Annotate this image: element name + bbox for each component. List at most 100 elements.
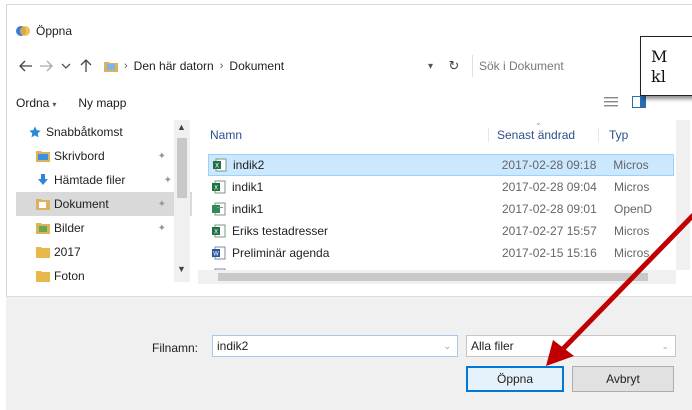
arrow-up-icon[interactable] <box>76 56 96 76</box>
file-type-value: Alla filer <box>471 339 514 353</box>
file-name: indik2 <box>233 158 265 172</box>
list-header: Namn ⌄ Senast ändrad Typ <box>198 120 674 150</box>
file-type: Micros <box>614 246 650 260</box>
callout-line-1: M <box>651 47 668 66</box>
column-header-date[interactable]: ⌄ Senast ändrad <box>488 120 598 142</box>
pin-icon: ✦ <box>157 198 166 210</box>
new-folder-button[interactable]: Ny mapp <box>78 96 126 110</box>
table-row[interactable]: W Preliminär agenda 2017-02-15 15:16 Micros <box>208 242 674 264</box>
svg-text:X: X <box>215 163 219 170</box>
sort-indicator-icon: ⌄ <box>535 120 542 127</box>
file-name-cell: X Eriks testadresser <box>208 224 494 238</box>
address-bar[interactable]: › Den här datorn › Dokument ▾ <box>104 55 444 77</box>
file-list: Namn ⌄ Senast ändrad Typ Xindik2 2017-02-… <box>198 120 674 282</box>
sidebar-item-quick-access[interactable]: Snabbåtkomst <box>16 120 192 144</box>
column-header-date-label: Senast ändrad <box>497 128 576 142</box>
file-date: 2017-02-28 09:18 <box>501 158 597 172</box>
open-button[interactable]: Öppna <box>466 366 564 392</box>
breadcrumb-item-documents[interactable]: Dokument <box>229 59 284 73</box>
sidebar-item-downloads[interactable]: Hämtade filer ✦ <box>16 168 192 192</box>
view-details-icon[interactable] <box>604 96 618 108</box>
callout-line-2: kl <box>651 67 666 86</box>
sidebar-item-2017[interactable]: 2017 <box>16 240 192 264</box>
word-file-icon: W <box>212 246 226 260</box>
app-icon <box>16 26 30 36</box>
table-row[interactable]: indik1 2017-02-28 09:01 OpenD <box>208 198 674 220</box>
file-list-vertical-scrollbar[interactable] <box>676 120 690 270</box>
file-name: indik1 <box>232 180 264 194</box>
sidebar-item-label: 2017 <box>54 245 81 259</box>
filename-value: indik2 <box>217 339 249 353</box>
file-type: Micros <box>614 180 650 194</box>
sidebar-scroll-thumb[interactable] <box>177 138 187 198</box>
arrow-right-icon[interactable] <box>36 56 56 76</box>
chevron-down-icon[interactable]: ⌄ <box>661 341 669 352</box>
sidebar-item-pictures[interactable]: Bilder ✦ <box>16 216 192 240</box>
svg-text:W: W <box>213 251 219 258</box>
file-name: Eriks testadresser <box>232 224 329 238</box>
table-row[interactable]: Xindik1 2017-02-28 09:04 Micros <box>208 176 674 198</box>
sidebar-item-photos[interactable]: Foton <box>16 264 192 282</box>
sidebar-item-label: Dokument <box>54 197 109 211</box>
excel-file-icon: X <box>212 180 226 194</box>
desktop-folder-icon <box>36 151 50 162</box>
file-date: 2017-02-27 15:57 <box>502 224 597 238</box>
search-input[interactable]: Sök i Dokument <box>472 55 602 77</box>
table-row[interactable]: Xindik2 2017-02-28 09:18 Micros <box>208 154 674 176</box>
downloads-folder-icon <box>38 174 48 185</box>
sidebar-item-label: Foton <box>54 269 85 282</box>
navigation-bar: › Den här datorn › Dokument ▾ ↻ Sök i Do… <box>16 54 656 78</box>
folder-icon <box>36 247 50 258</box>
pin-icon: ✦ <box>157 150 166 162</box>
horizontal-scroll-thumb[interactable] <box>218 273 648 281</box>
pin-icon: ✦ <box>163 174 172 186</box>
pictures-folder-icon <box>36 223 50 234</box>
file-name: Preliminär agenda <box>232 246 330 260</box>
breadcrumb-separator: › <box>219 60 224 72</box>
file-name-cell: W Preliminär agenda <box>208 246 494 260</box>
dialog-title: Öppna <box>36 24 73 38</box>
file-type: Micros <box>613 158 649 172</box>
table-row[interactable]: X Eriks testadresser 2017-02-27 15:57 Micro… <box>208 220 674 242</box>
column-header-type[interactable]: Typ <box>598 128 674 142</box>
file-type: OpenD <box>614 202 653 216</box>
organize-button[interactable]: Ordna ▾ <box>16 96 56 110</box>
chevron-down-icon[interactable] <box>56 56 76 76</box>
dialog-title-bar: Öppna <box>16 22 72 40</box>
file-type-select[interactable]: Alla filer ⌄ <box>466 335 676 357</box>
spreadsheet-file-icon <box>212 202 226 216</box>
navigation-pane: Snabbåtkomst Skrivbord ✦ Hämtade filer ✦… <box>16 120 192 282</box>
scroll-down-icon[interactable]: ▼ <box>177 264 186 274</box>
sidebar-scrollbar[interactable]: ▲ ▼ <box>174 120 190 282</box>
pin-icon: ✦ <box>157 222 166 234</box>
file-name-cell: Xindik2 <box>209 158 494 172</box>
command-toolbar: Ordna ▾ Ny mapp <box>16 92 676 114</box>
file-rows: Xindik2 2017-02-28 09:18 Micros Xindik1 2017… <box>198 154 674 282</box>
column-header-name[interactable]: Namn <box>198 128 488 142</box>
documents-folder-icon <box>36 199 50 210</box>
preview-pane-icon[interactable] <box>632 96 646 108</box>
file-list-horizontal-scrollbar[interactable] <box>198 270 676 284</box>
chevron-down-icon: ▾ <box>52 100 57 109</box>
refresh-icon[interactable]: ↻ <box>444 58 464 74</box>
folder-icon <box>36 271 50 282</box>
chevron-down-icon[interactable]: ⌄ <box>443 341 451 352</box>
file-name-cell: indik1 <box>208 202 494 216</box>
file-date: 2017-02-28 09:04 <box>502 180 597 194</box>
arrow-left-icon[interactable] <box>16 56 36 76</box>
address-dropdown-icon[interactable]: ▾ <box>428 61 444 72</box>
excel-file-icon: X <box>212 224 226 238</box>
breadcrumb-item-this-pc[interactable]: Den här datorn <box>134 59 214 73</box>
sidebar-item-desktop[interactable]: Skrivbord ✦ <box>16 144 192 168</box>
file-name-cell: Xindik1 <box>208 180 494 194</box>
scroll-up-icon[interactable]: ▲ <box>177 122 186 132</box>
filename-input[interactable]: indik2 ⌄ <box>212 335 458 357</box>
excel-file-icon: X <box>213 158 227 172</box>
sidebar-item-documents[interactable]: Dokument ✦ <box>16 192 192 216</box>
cancel-button[interactable]: Avbryt <box>572 366 674 392</box>
instruction-callout: M kl <box>640 36 692 96</box>
breadcrumb-separator: › <box>124 60 128 72</box>
svg-text:X: X <box>214 229 218 236</box>
search-placeholder: Sök i Dokument <box>479 59 564 73</box>
sidebar-item-label: Bilder <box>54 221 85 235</box>
